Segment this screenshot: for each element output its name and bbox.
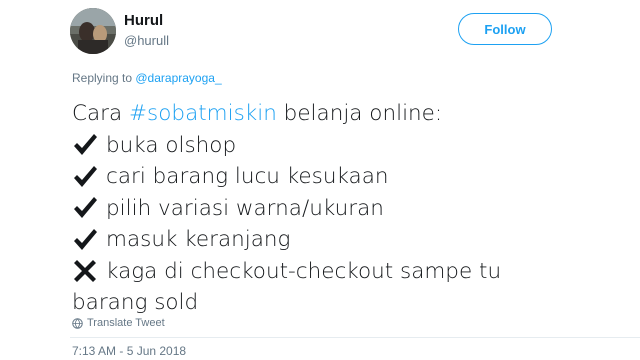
- follow-button[interactable]: Follow: [458, 13, 552, 45]
- list-item: kaga di checkout-checkout sampe tu: [72, 256, 612, 288]
- tweet-intro-line: Cara #sobatmiskin belanja online:: [72, 98, 612, 130]
- translate-label: Translate Tweet: [87, 317, 165, 329]
- avatar[interactable]: [70, 8, 116, 54]
- list-item-continuation: barang sold: [72, 287, 612, 319]
- list-item-text: pilih variasi warna/ukuran: [106, 195, 384, 221]
- list-item-text: cari barang lucu kesukaan: [106, 164, 389, 189]
- heavy-check-mark-icon: [72, 195, 98, 221]
- list-item-text: kaga di checkout-checkout sampe tu: [106, 258, 502, 284]
- heavy-cross-mark-icon: [72, 258, 98, 284]
- heavy-check-mark-icon: [72, 164, 98, 190]
- list-item: cari barang lucu kesukaan: [72, 161, 612, 193]
- author-name[interactable]: Hurul: [124, 12, 163, 29]
- list-item: pilih variasi warna/ukuran: [72, 193, 612, 225]
- hashtag-link[interactable]: #sobatmiskin: [129, 98, 277, 130]
- replying-prefix: Replying to: [72, 71, 136, 85]
- tweet-card: Hurul @hurull Follow Replying to @darapr…: [0, 0, 640, 360]
- list-item: masuk keranjang: [72, 224, 612, 256]
- intro-after: belanja online:: [276, 101, 443, 126]
- replying-to: Replying to @daraprayoga_: [72, 71, 222, 85]
- heavy-check-mark-icon: [72, 227, 98, 253]
- intro-before: Cara: [72, 101, 130, 126]
- globe-icon: [72, 317, 83, 329]
- translate-tweet-link[interactable]: Translate Tweet: [72, 317, 165, 329]
- author-handle[interactable]: @hurull: [124, 33, 169, 48]
- reply-mention-link[interactable]: @daraprayoga_: [135, 71, 221, 85]
- list-item-text: masuk keranjang: [106, 227, 291, 252]
- divider: [70, 337, 640, 338]
- tweet-timestamp[interactable]: 7:13 AM - 5 Jun 2018: [72, 344, 186, 358]
- tweet-text: Cara #sobatmiskin belanja online: buka o…: [72, 98, 612, 319]
- continuation-text: barang sold: [72, 290, 199, 315]
- heavy-check-mark-icon: [72, 132, 98, 158]
- list-item-text: buka olshop: [106, 132, 237, 158]
- list-item: buka olshop: [72, 130, 612, 162]
